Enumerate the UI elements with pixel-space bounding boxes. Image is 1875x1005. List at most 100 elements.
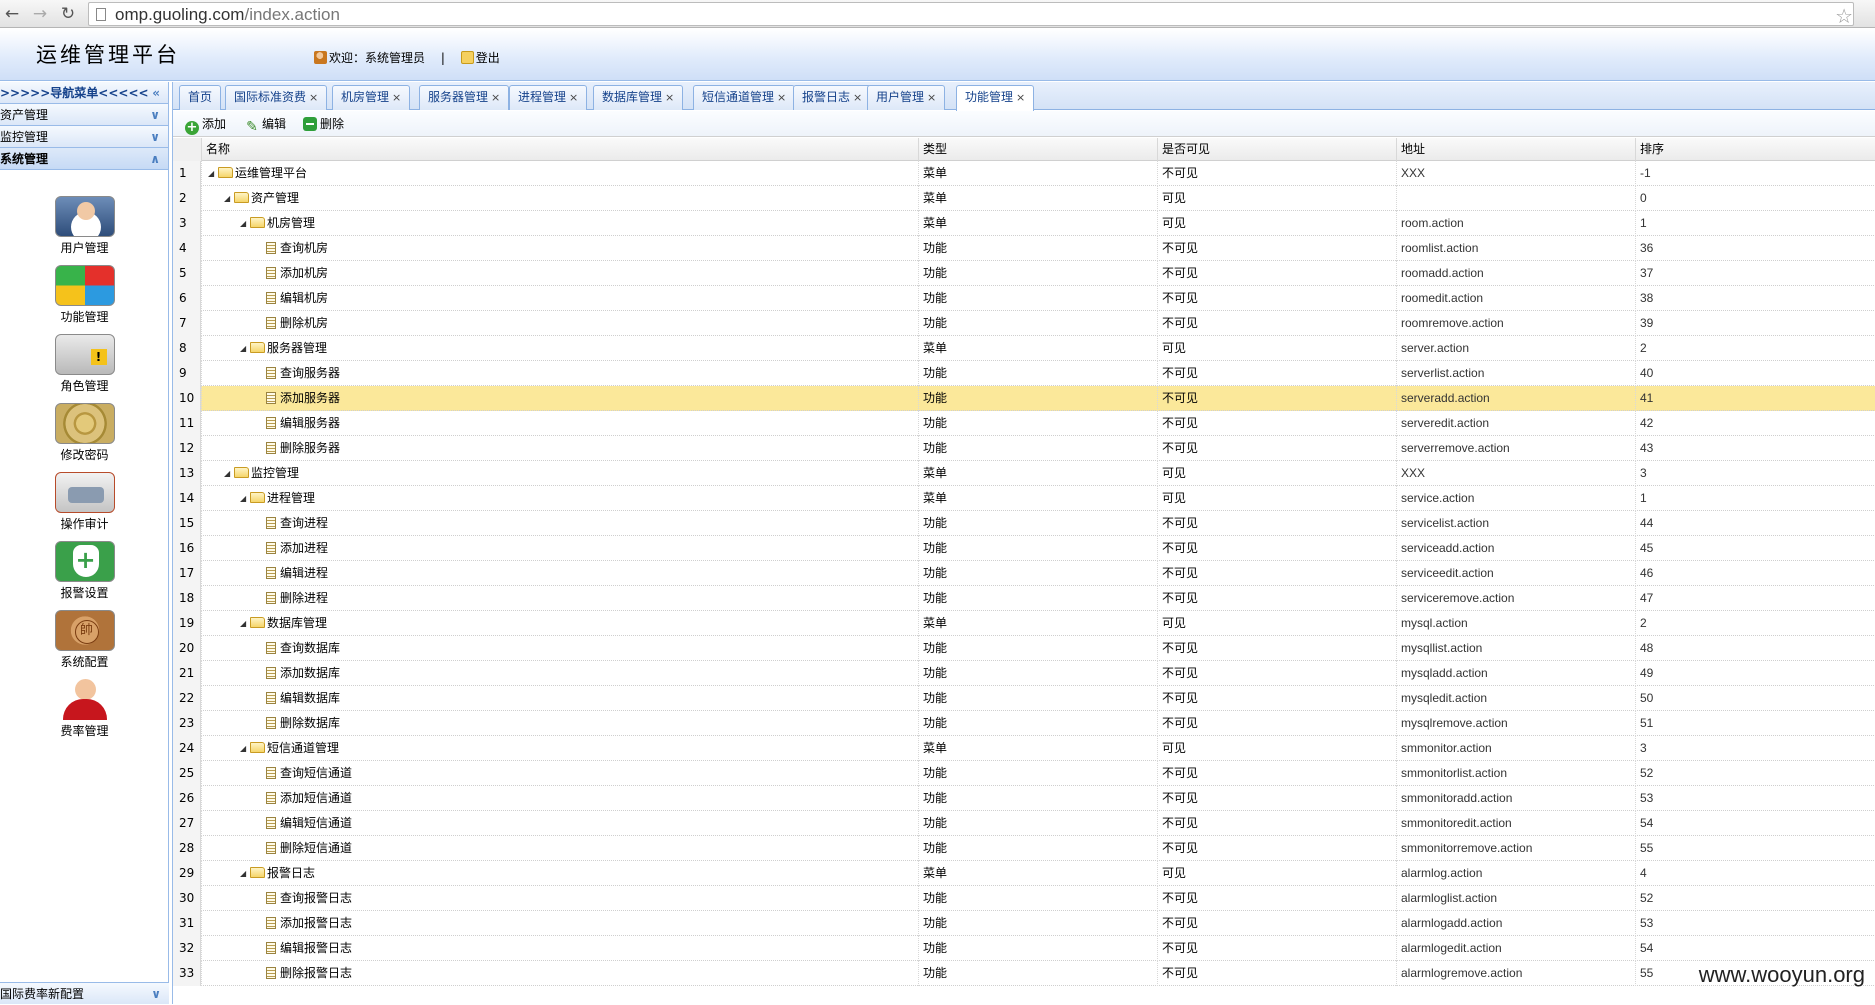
table-row[interactable]: 21 添加数据库 功能 不可见 mysqladd.action 49 bbox=[173, 661, 1875, 686]
collapse-left-icon[interactable]: « bbox=[152, 82, 160, 104]
tool-label[interactable]: 用户管理 bbox=[0, 239, 169, 256]
chevron-up-icon[interactable]: ∧ bbox=[150, 148, 160, 170]
tool-item[interactable]: 用户管理 bbox=[0, 196, 169, 265]
close-icon[interactable]: × bbox=[665, 91, 674, 104]
cell-name[interactable]: 编辑进程 bbox=[201, 561, 918, 586]
column-header-name[interactable]: 名称 bbox=[201, 138, 918, 161]
cell-name[interactable]: ◢ 进程管理 bbox=[201, 486, 918, 511]
table-row[interactable]: 28 删除短信通道 功能 不可见 smmonitorremove.action 55 bbox=[173, 836, 1875, 861]
table-row[interactable]: 26 添加短信通道 功能 不可见 smmonitoradd.action 53 bbox=[173, 786, 1875, 811]
sidebar-section-system[interactable]: 系统管理 ∧ bbox=[0, 148, 168, 170]
table-row[interactable]: 19 ◢ 数据库管理 菜单 可见 mysql.action 2 bbox=[173, 611, 1875, 636]
sidebar-section-rate-config[interactable]: 国际费率新配置 ∨ bbox=[0, 982, 169, 1004]
tab-item[interactable]: 用户管理 × bbox=[867, 85, 946, 110]
cell-name[interactable]: 添加机房 bbox=[201, 261, 918, 286]
tool-item[interactable]: 操作审计 bbox=[0, 472, 169, 541]
chevron-down-icon[interactable]: ∨ bbox=[150, 104, 160, 126]
table-row[interactable]: 8 ◢ 服务器管理 菜单 可见 server.action 2 bbox=[173, 336, 1875, 361]
logout-icon[interactable] bbox=[460, 51, 474, 64]
cell-name[interactable]: 添加短信通道 bbox=[201, 786, 918, 811]
close-icon[interactable]: × bbox=[853, 91, 862, 104]
cell-name[interactable]: ◢ 短信通道管理 bbox=[201, 736, 918, 761]
tree-expand-icon[interactable]: ◢ bbox=[240, 737, 250, 761]
table-row[interactable]: 31 添加报警日志 功能 不可见 alarmlogadd.action 53 bbox=[173, 911, 1875, 936]
close-icon[interactable]: × bbox=[927, 91, 936, 104]
tab-item[interactable]: 数据库管理 × bbox=[593, 85, 684, 110]
tool-item[interactable]: 修改密码 bbox=[0, 403, 169, 472]
function-grid-icon[interactable] bbox=[54, 265, 115, 306]
cell-name[interactable]: 编辑短信通道 bbox=[201, 811, 918, 836]
back-arrow-icon[interactable]: ← bbox=[2, 4, 22, 24]
cell-name[interactable]: 添加服务器 bbox=[201, 386, 918, 411]
add-button[interactable]: + 添加 bbox=[185, 115, 226, 135]
cell-name[interactable]: ◢ 服务器管理 bbox=[201, 336, 918, 361]
tool-label[interactable]: 角色管理 bbox=[0, 377, 169, 394]
address-bar[interactable]: omp.guoling.com/index.action ☆ bbox=[88, 2, 1854, 28]
tab-label[interactable]: 短信通道管理 bbox=[702, 90, 774, 104]
cell-name[interactable]: 编辑数据库 bbox=[201, 686, 918, 711]
table-row[interactable]: 5 添加机房 功能 不可见 roomadd.action 37 bbox=[173, 261, 1875, 286]
table-row[interactable]: 27 编辑短信通道 功能 不可见 smmonitoredit.action 54 bbox=[173, 811, 1875, 836]
table-row[interactable]: 7 删除机房 功能 不可见 roomremove.action 39 bbox=[173, 311, 1875, 336]
user-admin-icon[interactable] bbox=[54, 196, 115, 237]
table-row[interactable]: 33 删除报警日志 功能 不可见 alarmlogremove.action 55 bbox=[173, 961, 1875, 986]
chevron-down-icon[interactable]: ∨ bbox=[150, 126, 160, 148]
cell-name[interactable]: 删除数据库 bbox=[201, 711, 918, 736]
cell-name[interactable]: 查询数据库 bbox=[201, 636, 918, 661]
tab-label[interactable]: 机房管理 bbox=[341, 90, 389, 104]
tool-label[interactable]: 系统配置 bbox=[0, 653, 169, 670]
table-row[interactable]: 22 编辑数据库 功能 不可见 mysqledit.action 50 bbox=[173, 686, 1875, 711]
tab-label[interactable]: 国际标准资费 bbox=[234, 90, 306, 104]
audit-car-icon[interactable] bbox=[54, 472, 115, 513]
close-icon[interactable]: × bbox=[491, 91, 500, 104]
cell-name[interactable]: 添加报警日志 bbox=[201, 911, 918, 936]
tree-expand-icon[interactable]: ◢ bbox=[208, 162, 218, 186]
cell-name[interactable]: ◢ 数据库管理 bbox=[201, 611, 918, 636]
cell-name[interactable]: 编辑报警日志 bbox=[201, 936, 918, 961]
table-row[interactable]: 17 编辑进程 功能 不可见 serviceedit.action 46 bbox=[173, 561, 1875, 586]
cell-name[interactable]: 查询机房 bbox=[201, 236, 918, 261]
close-icon[interactable]: × bbox=[392, 91, 401, 104]
tool-label[interactable]: 功能管理 bbox=[0, 308, 169, 325]
role-warning-icon[interactable] bbox=[54, 334, 115, 375]
tool-label[interactable]: 费率管理 bbox=[0, 722, 169, 739]
chevron-down-icon[interactable]: ∨ bbox=[151, 983, 161, 1005]
url-text[interactable]: omp.guoling.com/index.action bbox=[115, 4, 340, 26]
tab-item[interactable]: 报警日志 × bbox=[793, 85, 872, 110]
table-row[interactable]: 29 ◢ 报警日志 菜单 可见 alarmlog.action 4 bbox=[173, 861, 1875, 886]
tab-label[interactable]: 服务器管理 bbox=[428, 90, 488, 104]
table-row[interactable]: 15 查询进程 功能 不可见 servicelist.action 44 bbox=[173, 511, 1875, 536]
tool-item[interactable]: 报警设置 bbox=[0, 541, 169, 610]
column-header-visible[interactable]: 是否可见 bbox=[1157, 138, 1396, 161]
bookmark-star-icon[interactable]: ☆ bbox=[1835, 4, 1853, 28]
tab-item[interactable]: 首页 bbox=[179, 85, 222, 110]
table-row[interactable]: 10 添加服务器 功能 不可见 serveradd.action 41 bbox=[173, 386, 1875, 411]
tab-item[interactable]: 服务器管理 × bbox=[419, 85, 510, 110]
tab-label[interactable]: 进程管理 bbox=[518, 90, 566, 104]
table-row[interactable]: 20 查询数据库 功能 不可见 mysqllist.action 48 bbox=[173, 636, 1875, 661]
tool-label[interactable]: 报警设置 bbox=[0, 584, 169, 601]
table-row[interactable]: 30 查询报警日志 功能 不可见 alarmloglist.action 52 bbox=[173, 886, 1875, 911]
tab-item[interactable]: 国际标准资费 × bbox=[225, 85, 328, 110]
table-row[interactable]: 3 ◢ 机房管理 菜单 可见 room.action 1 bbox=[173, 211, 1875, 236]
close-icon[interactable]: × bbox=[569, 91, 578, 104]
sidebar-section-assets[interactable]: 资产管理 ∨ bbox=[0, 104, 168, 126]
tree-expand-icon[interactable]: ◢ bbox=[240, 862, 250, 886]
table-row[interactable]: 4 查询机房 功能 不可见 roomlist.action 36 bbox=[173, 236, 1875, 261]
tool-item[interactable]: 功能管理 bbox=[0, 265, 169, 334]
tree-expand-icon[interactable]: ◢ bbox=[240, 337, 250, 361]
tab-item[interactable]: 机房管理 × bbox=[332, 85, 411, 110]
alarm-shield-icon[interactable] bbox=[54, 541, 115, 582]
tool-label[interactable]: 操作审计 bbox=[0, 515, 169, 532]
cell-name[interactable]: 添加进程 bbox=[201, 536, 918, 561]
tab-label[interactable]: 首页 bbox=[188, 90, 212, 104]
table-row[interactable]: 25 查询短信通道 功能 不可见 smmonitorlist.action 52 bbox=[173, 761, 1875, 786]
table-row[interactable]: 12 删除服务器 功能 不可见 serverremove.action 43 bbox=[173, 436, 1875, 461]
config-chess-icon[interactable] bbox=[54, 610, 115, 651]
cell-name[interactable]: ◢ 运维管理平台 bbox=[201, 161, 918, 186]
forward-arrow-icon[interactable]: → bbox=[30, 4, 50, 24]
tool-item[interactable]: 角色管理 bbox=[0, 334, 169, 403]
table-row[interactable]: 18 删除进程 功能 不可见 serviceremove.action 47 bbox=[173, 586, 1875, 611]
cell-name[interactable]: ◢ 报警日志 bbox=[201, 861, 918, 886]
table-row[interactable]: 11 编辑服务器 功能 不可见 serveredit.action 42 bbox=[173, 411, 1875, 436]
